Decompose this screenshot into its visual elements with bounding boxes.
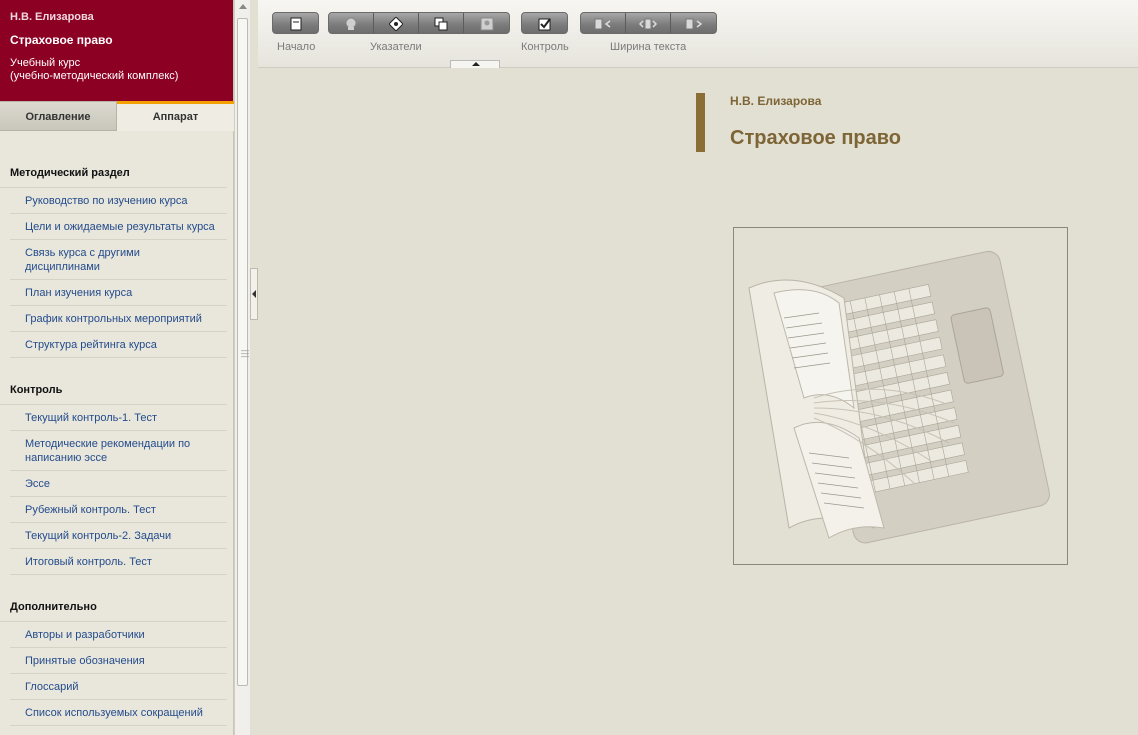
- narrow-text-button[interactable]: [581, 13, 626, 33]
- windows-icon: [434, 17, 448, 31]
- nav-item-essay-guidelines[interactable]: Методические рекомендации по написанию э…: [10, 431, 227, 471]
- main-content: Н.В. Елизарова Страховое право: [258, 69, 1138, 735]
- align-narrow-icon: [594, 18, 611, 30]
- course-header: Н.В. Елизарова Страховое право Учебный к…: [0, 0, 233, 101]
- home-button-group: [272, 12, 319, 34]
- nav-item-final-test[interactable]: Итоговый контроль. Тест: [10, 549, 227, 575]
- nav-item-current-test-1[interactable]: Текущий контроль-1. Тест: [10, 405, 227, 431]
- windows-button[interactable]: [419, 13, 464, 33]
- home-button[interactable]: [273, 13, 318, 33]
- main-author: Н.В. Елизарова: [730, 94, 822, 108]
- persons-index-button[interactable]: [329, 13, 374, 33]
- section-title-methodical: Методический раздел: [0, 131, 227, 188]
- nav-item-notation[interactable]: Принятые обозначения: [10, 648, 227, 674]
- section-title-control: Контроль: [0, 358, 227, 405]
- align-wide-icon: [685, 18, 702, 30]
- checkbox-icon: [538, 18, 551, 31]
- sidebar: Н.В. Елизарова Страховое право Учебный к…: [0, 0, 234, 735]
- laptop-book-image: [748, 250, 1050, 544]
- align-center-icon: [638, 18, 658, 30]
- course-author: Н.В. Елизарова: [10, 11, 94, 23]
- nav-item-glossary[interactable]: Глоссарий: [10, 674, 227, 700]
- chevron-left-icon: [252, 290, 256, 298]
- head-icon: [345, 17, 357, 30]
- control-button-group: [521, 12, 568, 34]
- subject-index-button[interactable]: [374, 13, 419, 33]
- control-button[interactable]: [522, 13, 567, 33]
- title-accent-bar: [696, 93, 705, 152]
- toolbar-indicator-arrow-icon: [450, 60, 500, 68]
- nav-item-course-links[interactable]: Связь курса с другими дисциплинами: [10, 240, 227, 280]
- pointers-button-group: [328, 12, 510, 34]
- nav-item-control-schedule[interactable]: График контрольных мероприятий: [10, 306, 227, 332]
- nav-item-milestone-test[interactable]: Рубежный контроль. Тест: [10, 497, 227, 523]
- control-label: Контроль: [521, 41, 569, 53]
- scrollbar-thumb[interactable]: — — —: [237, 18, 249, 686]
- text-width-label: Ширина текста: [610, 41, 687, 53]
- tab-apparatus[interactable]: Аппарат: [117, 101, 234, 131]
- portrait-icon: [480, 17, 493, 31]
- course-subtitle-line2: (учебно-методический комплекс): [10, 70, 179, 82]
- portrait-button[interactable]: [464, 13, 509, 33]
- document-icon: [290, 17, 301, 31]
- nav-item-rating-structure[interactable]: Структура рейтинга курса: [10, 332, 227, 358]
- wide-text-button[interactable]: [671, 13, 716, 33]
- nav-item-goals[interactable]: Цели и ожидаемые результаты курса: [10, 214, 227, 240]
- sidebar-nav: Методический раздел Руководство по изуче…: [0, 131, 233, 735]
- main-title: Страховое право: [730, 127, 902, 149]
- home-label: Начало: [277, 41, 316, 53]
- sidebar-tabs: Оглавление Аппарат: [0, 101, 234, 131]
- nav-item-current-tasks-2[interactable]: Текущий контроль-2. Задачи: [10, 523, 227, 549]
- nav-item-study-guide[interactable]: Руководство по изучению курса: [10, 188, 227, 214]
- scroll-up-arrow-icon[interactable]: [239, 4, 247, 9]
- nav-item-essay[interactable]: Эссе: [10, 471, 227, 497]
- sidebar-scrollbar[interactable]: — — —: [234, 0, 250, 735]
- toolbar: Начало Указатели Контроль Ширина текста: [258, 0, 1138, 68]
- course-title: Страховое право: [10, 33, 113, 47]
- nav-item-study-plan[interactable]: План изучения курса: [10, 280, 227, 306]
- compass-icon: [389, 17, 403, 31]
- text-width-button-group: [580, 12, 717, 34]
- collapse-sidebar-handle[interactable]: [250, 268, 258, 320]
- grip-icon: — — —: [241, 346, 249, 361]
- section-title-additional: Дополнительно: [0, 575, 227, 622]
- cover-illustration: [733, 227, 1068, 565]
- pointers-label: Указатели: [370, 41, 422, 53]
- nav-item-abbreviations[interactable]: Список используемых сокращений: [10, 700, 227, 726]
- medium-text-button[interactable]: [626, 13, 671, 33]
- tab-contents[interactable]: Оглавление: [0, 101, 117, 131]
- nav-item-authors[interactable]: Авторы и разработчики: [10, 622, 227, 648]
- course-subtitle-line1: Учебный курс: [10, 57, 81, 69]
